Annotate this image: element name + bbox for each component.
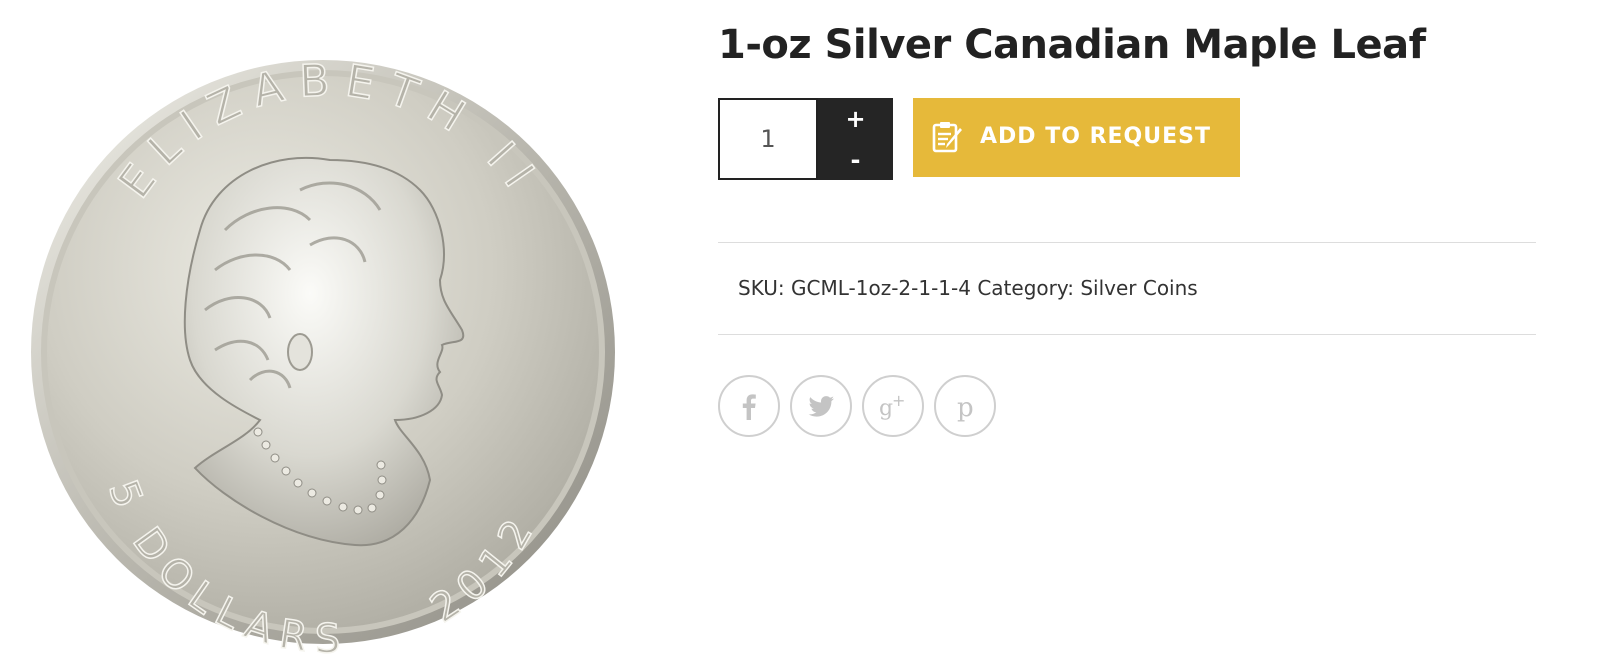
decrement-button[interactable]: - <box>818 139 893 180</box>
svg-text:+: + <box>892 391 905 410</box>
google-plus-icon: g + <box>879 391 905 421</box>
coin-image: ELIZABETH II 5 DOLLARS 2012 <box>31 54 615 663</box>
quantity-stepper: + - <box>818 98 893 180</box>
svg-text:p: p <box>957 393 974 422</box>
divider <box>718 334 1536 335</box>
increment-button[interactable]: + <box>818 98 893 139</box>
share-pinterest-button[interactable]: p <box>934 375 996 437</box>
add-to-request-button[interactable]: ADD TO REQUEST <box>913 98 1240 177</box>
product-page: ELIZABETH II 5 DOLLARS 2012 1-oz Silver … <box>0 0 1600 672</box>
sku-value: GCML-1oz-2-1-1-4 <box>791 276 971 300</box>
add-to-request-label: ADD TO REQUEST <box>980 124 1211 149</box>
pinterest-icon: p <box>957 393 974 422</box>
divider <box>718 242 1536 243</box>
twitter-icon <box>808 396 834 417</box>
category-label: Category: <box>977 276 1074 300</box>
share-google-plus-button[interactable]: g + <box>862 375 924 437</box>
svg-text:g: g <box>879 396 893 421</box>
product-image[interactable]: ELIZABETH II 5 DOLLARS 2012 <box>0 0 660 672</box>
category-link[interactable]: Silver Coins <box>1080 276 1197 300</box>
product-title: 1-oz Silver Canadian Maple Leaf <box>718 22 1426 68</box>
share-facebook-button[interactable] <box>718 375 780 437</box>
edit-document-icon <box>932 122 962 153</box>
share-twitter-button[interactable] <box>790 375 852 437</box>
product-meta: SKU: GCML-1oz-2-1-1-4 Category: Silver C… <box>738 276 1198 300</box>
sku-label: SKU: <box>738 276 785 300</box>
facebook-icon <box>742 394 756 420</box>
coin-portrait <box>183 156 465 547</box>
product-summary: 1-oz Silver Canadian Maple Leaf 1 + - AD… <box>718 0 1536 672</box>
quantity-input[interactable]: 1 <box>718 98 818 180</box>
